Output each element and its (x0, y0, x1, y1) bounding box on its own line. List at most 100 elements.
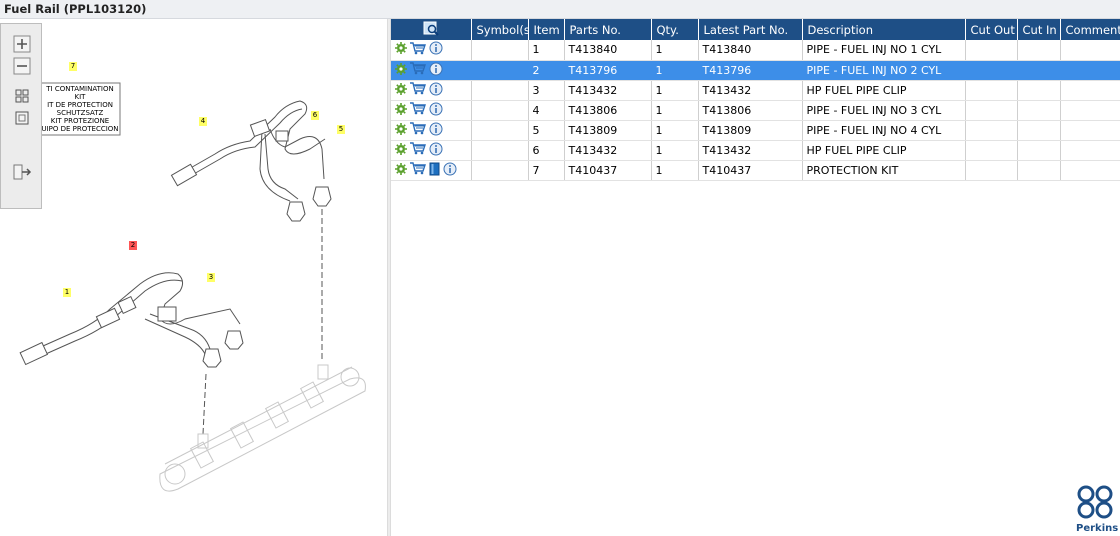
column-header-qty[interactable]: Qty. (651, 19, 699, 40)
zoom-out-button[interactable] (11, 56, 33, 76)
add-to-cart-button[interactable] (410, 122, 426, 138)
parts-info-button[interactable] (395, 162, 407, 178)
show-list-icon (13, 164, 32, 180)
table-row[interactable]: 2 T413796 1 T413796 PIPE - FUEL INJ NO 2 CYL (391, 60, 1120, 81)
row-action-icons (391, 120, 472, 141)
parts-info-button[interactable] (395, 82, 407, 98)
parts-info-button[interactable] (395, 62, 407, 78)
part-details-button[interactable] (429, 142, 443, 159)
callout-4[interactable]: 4 (199, 117, 207, 126)
column-header-cut-out[interactable]: Cut Out (965, 19, 1018, 40)
row-action-icons (391, 80, 472, 101)
cell-comment (1060, 120, 1120, 141)
part-details-button[interactable] (429, 62, 443, 79)
parts-info-button[interactable] (395, 102, 407, 118)
part-details-button[interactable] (429, 82, 443, 99)
cell-latest-part-no: T413809 (698, 120, 803, 141)
callout-3[interactable]: 3 (207, 273, 215, 282)
cell-cut-in (1017, 140, 1061, 161)
drawing-pane[interactable]: TI CONTAMINATION KIT IT DE PROTECTION SC… (0, 19, 388, 536)
part-details-button[interactable] (429, 41, 443, 58)
callout-6[interactable]: 6 (311, 111, 319, 120)
cell-item: 4 (528, 100, 565, 121)
cell-description: PIPE - FUEL INJ NO 2 CYL (802, 60, 966, 81)
cell-cut-out (965, 140, 1018, 161)
cell-symbols (471, 80, 529, 101)
cell-description: PIPE - FUEL INJ NO 4 CYL (802, 120, 966, 141)
row-action-icons (391, 160, 472, 181)
column-header-parts-no[interactable]: Parts No. (564, 19, 652, 40)
add-to-cart-button[interactable] (410, 142, 426, 158)
info-icon (429, 142, 443, 155)
cell-item: 1 (528, 40, 565, 61)
part-details-button[interactable] (443, 162, 457, 179)
cell-symbols (471, 120, 529, 141)
perkins-logo-mark (1077, 485, 1113, 519)
table-row[interactable]: 3 T413432 1 T413432 HP FUEL PIPE CLIP (391, 80, 1120, 101)
fit-window-button[interactable] (11, 86, 33, 106)
zoom-in-button[interactable] (11, 34, 33, 54)
shopping-cart-icon (410, 142, 426, 155)
shopping-cart-icon (410, 122, 426, 135)
column-header-comment[interactable]: Comment (1060, 19, 1120, 40)
shopping-cart-icon (410, 62, 426, 75)
window-title: Fuel Rail (PPL103120) (4, 2, 147, 16)
cell-parts-no: T413840 (564, 40, 652, 61)
cell-latest-part-no: T413840 (698, 40, 803, 61)
table-row[interactable]: 6 T413432 1 T413432 HP FUEL PIPE CLIP (391, 140, 1120, 161)
table-row[interactable]: 5 T413809 1 T413809 PIPE - FUEL INJ NO 4 CYL (391, 120, 1120, 141)
cell-latest-part-no: T413432 (698, 80, 803, 101)
row-action-icons (391, 40, 472, 61)
cell-item: 7 (528, 160, 565, 181)
add-to-cart-button[interactable] (410, 42, 426, 58)
cell-parts-no: T413432 (564, 140, 652, 161)
cell-cut-in (1017, 120, 1061, 141)
cell-item: 3 (528, 80, 565, 101)
parts-list-pane: Symbol(s) Item Parts No. Qty. Latest Par… (391, 19, 1120, 536)
table-row[interactable]: 1 T413840 1 T413840 PIPE - FUEL INJ NO 1 CYL (391, 40, 1120, 61)
cell-comment (1060, 140, 1120, 161)
info-icon (429, 122, 443, 135)
parts-info-button[interactable] (395, 142, 407, 158)
table-row[interactable]: 4 T413806 1 T413806 PIPE - FUEL INJ NO 3 CYL (391, 100, 1120, 121)
cell-description: PIPE - FUEL INJ NO 1 CYL (802, 40, 966, 61)
column-header-symbols[interactable]: Symbol(s) (471, 19, 529, 40)
add-to-cart-button[interactable] (410, 82, 426, 98)
callout-5[interactable]: 5 (337, 125, 345, 134)
column-header-cut-in[interactable]: Cut In (1017, 19, 1061, 40)
add-to-cart-button[interactable] (410, 102, 426, 118)
column-header-search[interactable] (391, 19, 472, 40)
row-action-icons (391, 60, 472, 81)
part-details-button[interactable] (429, 102, 443, 119)
add-to-cart-button[interactable] (410, 62, 426, 78)
perkins-logo: Perkins (1076, 484, 1118, 534)
add-to-cart-button[interactable] (410, 162, 426, 178)
documentation-button[interactable] (429, 162, 440, 179)
actual-size-button[interactable] (11, 108, 33, 128)
cell-qty: 1 (651, 80, 699, 101)
column-header-latest-part-no[interactable]: Latest Part No. (698, 19, 803, 40)
cell-comment (1060, 40, 1120, 61)
column-header-description[interactable]: Description (802, 19, 966, 40)
row-action-icons (391, 140, 472, 161)
shopping-cart-icon (410, 102, 426, 115)
gear-icon (395, 122, 407, 135)
book-icon (429, 162, 440, 175)
info-icon (429, 41, 443, 55)
show-list-button[interactable] (11, 162, 33, 182)
parts-info-button[interactable] (395, 122, 407, 138)
column-header-item[interactable]: Item (528, 19, 565, 40)
table-row[interactable]: 7 T410437 1 T410437 PROTECTION KIT (391, 160, 1120, 181)
callout-2[interactable]: 2 (129, 241, 137, 250)
cell-latest-part-no: T413796 (698, 60, 803, 81)
part-details-button[interactable] (429, 122, 443, 139)
callout-1[interactable]: 1 (63, 288, 71, 297)
cell-cut-out (965, 120, 1018, 141)
cell-description: HP FUEL PIPE CLIP (802, 80, 966, 101)
parts-info-button[interactable] (395, 42, 407, 57)
cell-parts-no: T410437 (564, 160, 652, 181)
table-header: Symbol(s) Item Parts No. Qty. Latest Par… (391, 19, 1120, 40)
cell-cut-out (965, 60, 1018, 81)
row-action-icons (391, 100, 472, 121)
callout-7[interactable]: 7 (69, 62, 77, 71)
